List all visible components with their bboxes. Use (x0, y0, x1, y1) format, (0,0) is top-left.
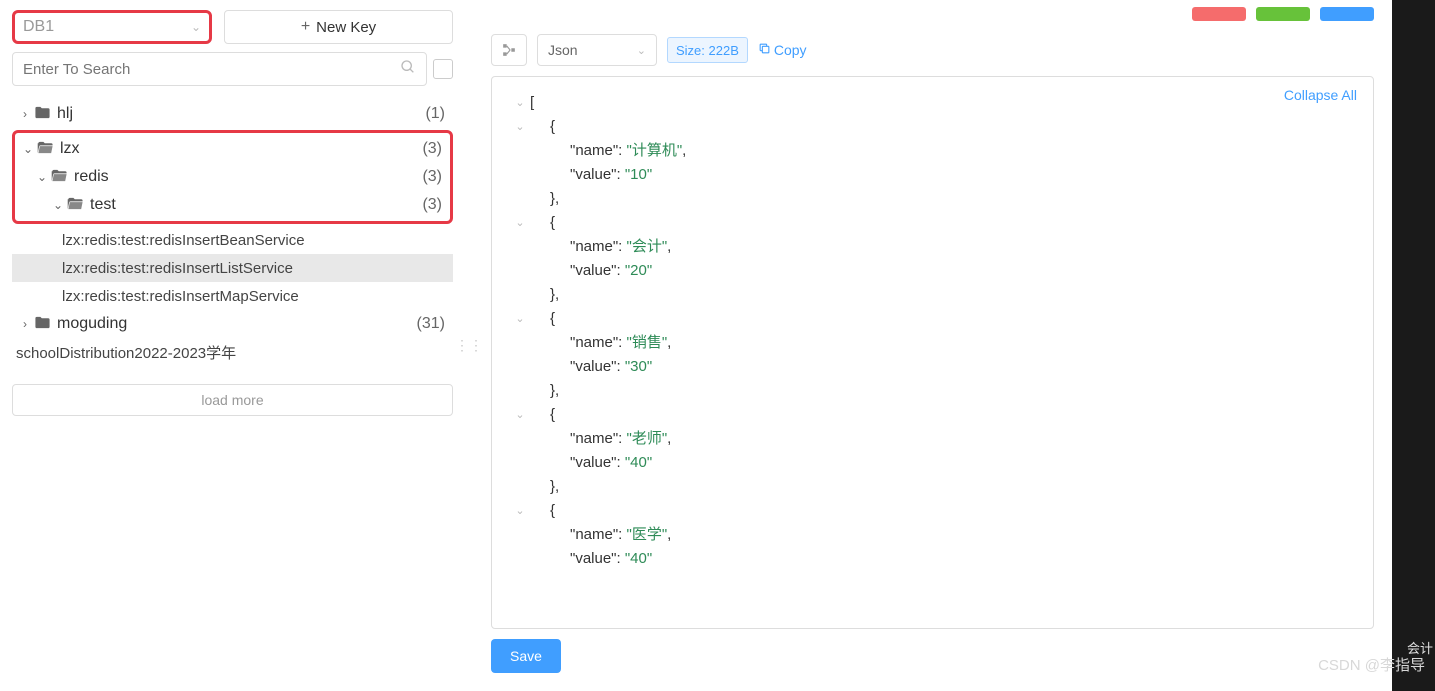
collapse-all-button[interactable]: Collapse All (1284, 87, 1357, 103)
chevron-down-icon[interactable]: ⌄ (510, 91, 530, 115)
tree-folder[interactable]: ⌄ redis (3) (15, 163, 450, 191)
copy-button[interactable]: Copy (758, 42, 807, 58)
folder-name: test (90, 196, 116, 214)
chevron-right-icon[interactable]: › (16, 317, 34, 331)
new-key-button[interactable]: + New Key (224, 10, 453, 44)
format-label: Json (548, 42, 578, 58)
folder-name: hlj (57, 105, 73, 123)
chevron-right-icon[interactable]: › (16, 107, 34, 121)
resize-handle[interactable]: ⋮⋮ (465, 0, 473, 691)
chevron-down-icon: ⌄ (191, 20, 201, 34)
chevron-down-icon[interactable]: ⌄ (510, 211, 530, 235)
tree-folder[interactable]: ⌄ test (3) (15, 191, 450, 219)
tree-key[interactable]: lzx:redis:test:redisInsertBeanService (12, 226, 453, 254)
load-more-button[interactable]: load more (12, 384, 453, 416)
tree-folder[interactable]: › hlj (1) (12, 100, 453, 128)
folder-open-icon (37, 140, 54, 159)
folder-count: (3) (422, 196, 442, 214)
folder-count: (1) (425, 105, 445, 123)
folder-name: moguding (57, 315, 127, 333)
folder-name: redis (74, 168, 109, 186)
chevron-down-icon[interactable]: ⌄ (510, 307, 530, 331)
main-panel: Json ⌄ Size: 222B Copy Collapse All ⌄[⌄{… (473, 0, 1392, 691)
db-selector[interactable]: DB1 ⌄ (12, 10, 212, 44)
folder-icon (34, 105, 51, 124)
action-bar (491, 4, 1374, 24)
tree-key[interactable]: schoolDistribution2022-2023学年 (12, 338, 453, 366)
copy-label: Copy (774, 42, 807, 58)
action-button-blue[interactable] (1320, 7, 1374, 21)
tree-view-button[interactable] (491, 34, 527, 66)
json-viewer: ⌄[⌄{"name": "计算机","value": "10"},⌄{"name… (510, 91, 1355, 571)
folder-open-icon (67, 196, 84, 215)
new-key-label: New Key (316, 19, 376, 36)
delete-button[interactable] (1192, 7, 1246, 21)
content-panel: Collapse All ⌄[⌄{"name": "计算机","value": … (491, 76, 1374, 629)
folder-count: (31) (417, 315, 445, 333)
search-icon[interactable] (400, 59, 416, 80)
tree-key[interactable]: lzx:redis:test:redisInsertMapService (12, 282, 453, 310)
action-button-green[interactable] (1256, 7, 1310, 21)
chevron-down-icon[interactable]: ⌄ (49, 198, 67, 212)
copy-icon (758, 42, 771, 58)
watermark: CSDN @李指导 (1318, 654, 1425, 675)
chevron-down-icon: ⌄ (637, 44, 646, 57)
save-button[interactable]: Save (491, 639, 561, 673)
folder-count: (3) (422, 140, 442, 158)
search-input[interactable] (23, 61, 400, 78)
folder-icon (34, 315, 51, 334)
filter-toggle[interactable] (433, 59, 453, 79)
chevron-down-icon[interactable]: ⌄ (510, 499, 530, 523)
plus-icon: + (301, 18, 310, 36)
tree-folder[interactable]: ⌄ lzx (3) (15, 135, 450, 163)
db-label: DB1 (23, 18, 54, 36)
chevron-down-icon[interactable]: ⌄ (19, 142, 37, 156)
search-box (12, 52, 427, 86)
folder-count: (3) (422, 168, 442, 186)
format-selector[interactable]: Json ⌄ (537, 34, 657, 66)
size-badge: Size: 222B (667, 37, 748, 63)
chevron-down-icon[interactable]: ⌄ (33, 170, 51, 184)
sidebar: DB1 ⌄ + New Key ›hlj(1)⌄lzx(3)⌄redis(3)⌄… (0, 0, 465, 691)
folder-open-icon (51, 168, 68, 187)
tree-key[interactable]: lzx:redis:test:redisInsertListService (12, 254, 453, 282)
folder-name: lzx (60, 140, 80, 158)
chevron-down-icon[interactable]: ⌄ (510, 403, 530, 427)
tree-folder[interactable]: › moguding (31) (12, 310, 453, 338)
key-tree: › hlj (1) ⌄ lzx (3) ⌄ redis (3) ⌄ test (3) lzx:redis… (12, 100, 453, 366)
chevron-down-icon[interactable]: ⌄ (510, 115, 530, 139)
